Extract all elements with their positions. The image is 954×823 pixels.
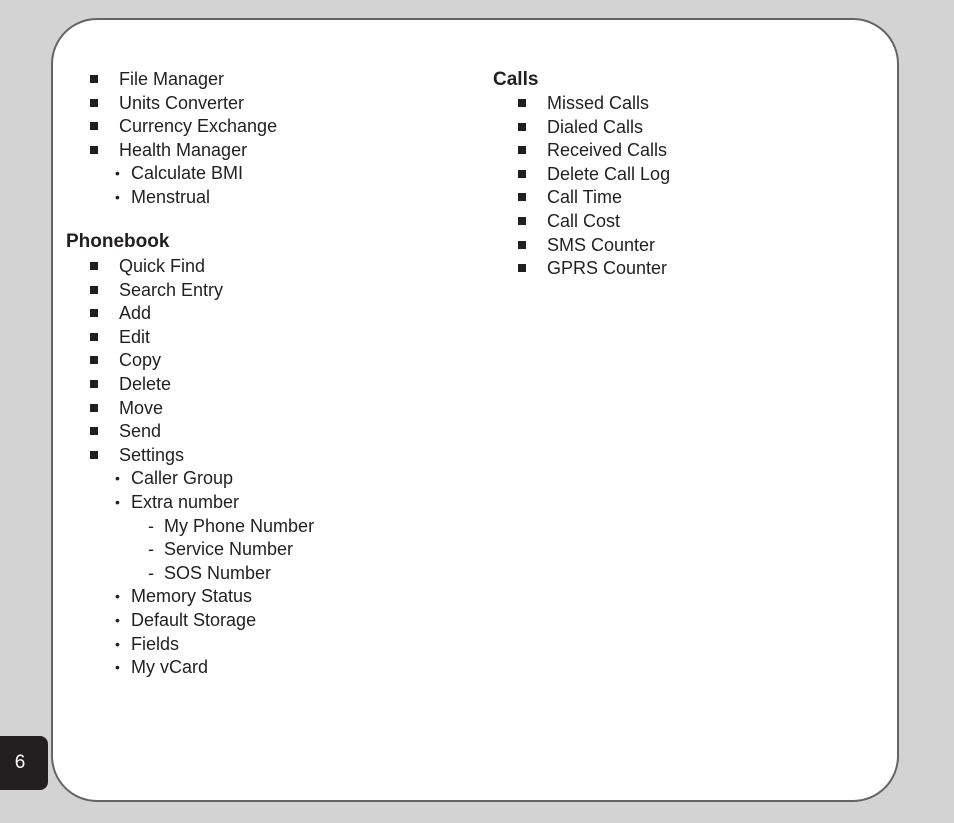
square-bullet-icon [518, 240, 526, 249]
item-label: Quick Find [119, 256, 206, 276]
phonebook-heading: Phonebook [66, 232, 169, 252]
square-bullet-icon [90, 332, 98, 341]
item-label: Default Storage [131, 610, 257, 630]
item-label: Calculate BMI [131, 163, 244, 184]
page-number: 6 [14, 752, 26, 773]
item-label: Settings [119, 444, 185, 465]
square-bullet-icon [90, 262, 98, 270]
square-bullet-icon [90, 98, 98, 107]
square-bullet-icon [90, 75, 98, 83]
dot-bullet-icon: • [115, 494, 120, 510]
square-bullet-icon [518, 99, 526, 107]
item-label: Units Converter [119, 92, 245, 113]
square-bullet-icon [90, 145, 98, 154]
square-bullet-icon [518, 193, 526, 202]
square-bullet-icon [518, 217, 526, 225]
dot-bullet-icon: • [115, 659, 120, 676]
page-number-tab: 6 [0, 736, 48, 790]
square-bullet-icon [90, 380, 98, 388]
square-bullet-icon [90, 309, 98, 318]
item-label: Move [119, 397, 164, 418]
item-label: Extra number [131, 492, 240, 512]
dash-bullet-icon: - [148, 515, 154, 536]
item-label: File Manager [119, 69, 225, 89]
item-label: Call Time [547, 187, 623, 208]
square-bullet-icon [518, 122, 526, 131]
item-label: GPRS Counter [547, 258, 668, 279]
item-label: Delete [119, 374, 172, 394]
item-label: Received Calls [547, 140, 668, 161]
item-label: My vCard [131, 657, 209, 678]
square-bullet-icon [90, 450, 98, 459]
square-bullet-icon [518, 264, 526, 273]
dot-bullet-icon: • [115, 635, 120, 652]
dot-bullet-icon: • [115, 165, 120, 182]
item-label: Currency Exchange [119, 116, 278, 137]
item-label: Service Number [164, 539, 294, 560]
calls-heading: Calls [493, 70, 538, 90]
item-label: Fields [131, 633, 180, 654]
square-bullet-icon [518, 169, 526, 178]
item-label: Caller Group [131, 468, 234, 489]
item-label: My Phone Number [164, 515, 315, 536]
item-label: Delete Call Log [547, 163, 671, 184]
item-label: SOS Number [164, 562, 272, 583]
square-bullet-icon [90, 285, 98, 294]
item-label: Add [119, 303, 152, 324]
item-label: Edit [119, 326, 151, 347]
section-heading: Calls [493, 69, 539, 90]
square-bullet-icon [518, 146, 526, 155]
dash-bullet-icon: - [148, 539, 154, 560]
item-label: Dialed Calls [547, 116, 644, 137]
item-label: Call Cost [547, 211, 621, 231]
item-label: Health Manager [119, 139, 248, 160]
square-bullet-icon [90, 356, 98, 365]
dash-bullet-icon: - [148, 562, 154, 583]
item-label: Send [119, 421, 162, 442]
section-heading: Phonebook [66, 231, 170, 252]
item-label: Memory Status [131, 586, 253, 607]
dot-bullet-icon: • [115, 470, 120, 487]
item-label: Search Entry [119, 279, 224, 300]
item-label: SMS Counter [547, 234, 656, 255]
dot-bullet-icon: • [115, 189, 120, 205]
item-label: Menstrual [131, 187, 211, 207]
square-bullet-icon [90, 122, 98, 131]
square-bullet-icon [90, 427, 98, 436]
dot-bullet-icon: • [115, 588, 120, 605]
item-label: Missed Calls [547, 93, 650, 113]
square-bullet-icon [90, 403, 98, 412]
dot-bullet-icon: • [115, 612, 120, 628]
item-label: Copy [119, 350, 162, 371]
